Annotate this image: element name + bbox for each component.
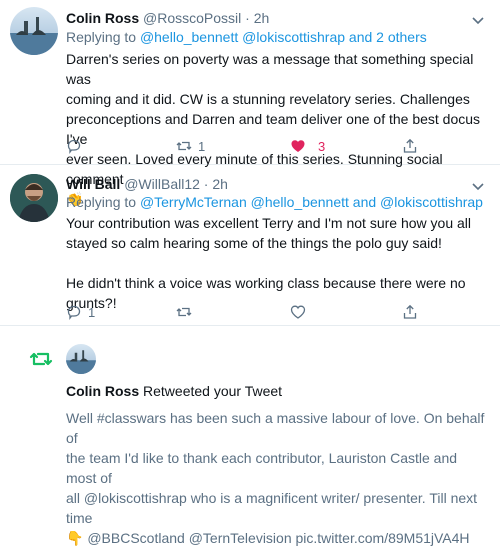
retweet-button[interactable]: 1 bbox=[176, 138, 205, 154]
share-button[interactable] bbox=[402, 304, 418, 320]
separator-dot: · bbox=[203, 176, 209, 192]
retweet-notice-label: Colin Ross Retweeted your Tweet bbox=[66, 383, 282, 399]
body-line: coming and it did. CW is a stunning reve… bbox=[66, 91, 470, 107]
tweet-header: Will Ball @WillBall12 · 2h bbox=[66, 176, 228, 192]
like-count: 3 bbox=[318, 138, 326, 154]
share-icon bbox=[403, 304, 417, 319]
replying-prefix: Replying to bbox=[66, 194, 140, 210]
display-name[interactable]: Colin Ross bbox=[66, 10, 139, 26]
retweet-count: 1 bbox=[198, 138, 206, 154]
like-icon bbox=[291, 140, 305, 152]
avatar[interactable] bbox=[10, 7, 58, 55]
retweeted-tweet-text[interactable]: Well #classwars has been such a massive … bbox=[66, 408, 486, 548]
retweet-action-text: Retweeted your Tweet bbox=[139, 383, 283, 399]
body-line bbox=[66, 253, 486, 273]
share-icon bbox=[403, 138, 417, 153]
like-button[interactable]: 3 bbox=[290, 138, 325, 154]
replying-mentions[interactable]: @hello_bennett @lokiscottishrap and 2 ot… bbox=[140, 29, 427, 45]
like-button[interactable] bbox=[290, 304, 306, 320]
user-handle: @WillBall12 bbox=[124, 176, 200, 192]
share-button[interactable] bbox=[402, 138, 418, 154]
replying-mentions[interactable]: @TerryMcTernan @hello_bennett and @lokis… bbox=[140, 194, 483, 210]
reply-icon bbox=[67, 139, 81, 154]
timestamp[interactable]: 2h bbox=[254, 10, 270, 26]
chevron-down-icon[interactable] bbox=[470, 12, 486, 28]
body-line: stayed so calm hearing some of the thing… bbox=[66, 235, 442, 251]
body-line: He didn't think a voice was working clas… bbox=[66, 275, 466, 291]
retweet-button[interactable] bbox=[176, 304, 192, 320]
avatar[interactable] bbox=[66, 344, 96, 374]
retweet-icon bbox=[176, 141, 192, 151]
tweet-body: Your contribution was excellent Terry an… bbox=[66, 213, 486, 313]
timestamp[interactable]: 2h bbox=[212, 176, 228, 192]
reply-button[interactable] bbox=[66, 138, 82, 154]
reply-button[interactable]: 1 bbox=[66, 304, 95, 320]
replying-prefix: Replying to bbox=[66, 29, 140, 45]
reply-count: 1 bbox=[88, 304, 96, 320]
body-line: all @lokiscottishrap who is a magnificen… bbox=[66, 490, 478, 526]
user-handle: @RosscoPossil bbox=[143, 10, 242, 26]
action-bar: 1 3 bbox=[66, 138, 466, 158]
body-line: Well #classwars has been such a massive … bbox=[66, 410, 485, 446]
tweet-will-ball[interactable]: Will Ball @WillBall12 · 2h Replying to @… bbox=[0, 166, 500, 326]
action-bar: 1 bbox=[66, 304, 466, 324]
like-icon bbox=[290, 305, 306, 319]
retweet-icon bbox=[176, 307, 192, 317]
display-name[interactable]: Will Ball bbox=[66, 176, 120, 192]
tweet-colin-ross[interactable]: Colin Ross @RosscoPossil · 2h Replying t… bbox=[0, 0, 500, 207]
avatar[interactable] bbox=[10, 174, 58, 222]
body-line: Your contribution was excellent Terry an… bbox=[66, 215, 472, 231]
tweet-header: Colin Ross @RosscoPossil · 2h bbox=[66, 10, 269, 26]
reply-icon bbox=[67, 305, 81, 320]
replying-to: Replying to @TerryMcTernan @hello_bennet… bbox=[66, 194, 483, 210]
separator-dot: · bbox=[245, 10, 250, 26]
body-line: Darren's series on poverty was a message… bbox=[66, 51, 474, 87]
chevron-down-icon[interactable] bbox=[470, 178, 486, 194]
display-name[interactable]: Colin Ross bbox=[66, 383, 139, 399]
retweet-icon bbox=[29, 352, 53, 366]
replying-to: Replying to @hello_bennett @lokiscottish… bbox=[66, 29, 427, 45]
body-line: 👇 @BBCScotland @TernTelevision pic.twitt… bbox=[66, 530, 470, 546]
body-line: the team I'd like to thank each contribu… bbox=[66, 450, 458, 486]
